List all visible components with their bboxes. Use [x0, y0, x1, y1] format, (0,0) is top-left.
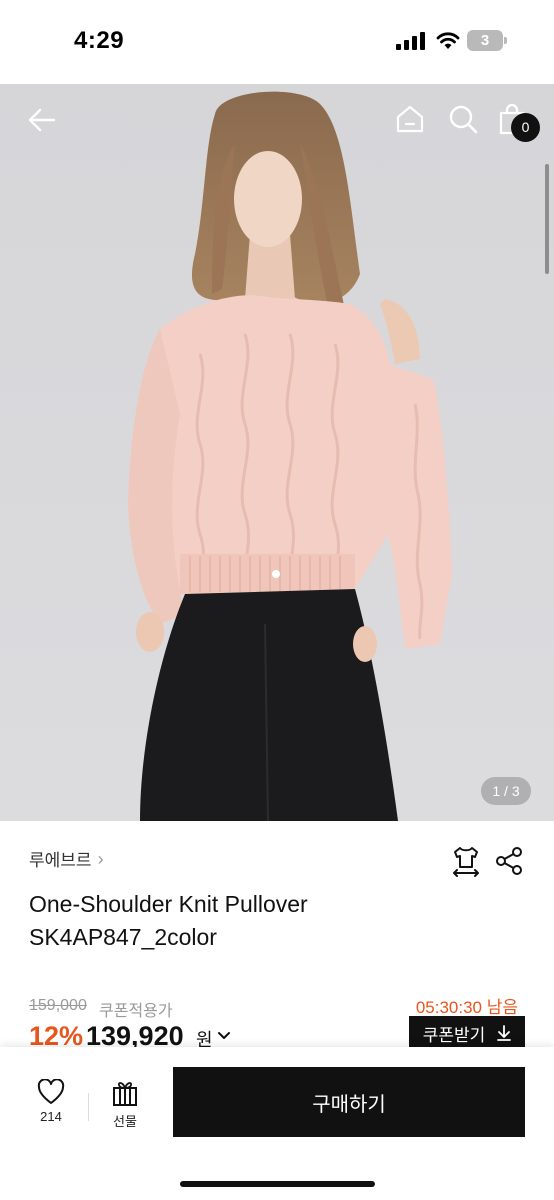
buy-button[interactable]: 구매하기 [173, 1067, 525, 1137]
cart-count-badge: 0 [511, 113, 540, 142]
gift-icon [113, 1082, 137, 1106]
original-price: 159,000 [29, 997, 87, 1014]
image-counter: 1 / 3 [481, 777, 531, 805]
countdown-timer: 05:30:30 남음 [415, 998, 518, 1017]
status-time: 4:29 [74, 27, 125, 54]
bottom-action-bar: 214 선물 구매하기 [0, 1047, 554, 1200]
home-indicator [180, 1181, 375, 1187]
coupon-applied-label: 쿠폰적용가 [99, 1003, 173, 1020]
size-guide-icon[interactable] [451, 845, 481, 877]
get-coupon-button[interactable]: 쿠폰받기 [409, 1016, 525, 1050]
product-title-line2: SK4AP847_2color [29, 924, 217, 950]
search-icon[interactable] [447, 103, 479, 135]
gift-label: 선물 [113, 1114, 137, 1129]
get-coupon-label: 쿠폰받기 [422, 1025, 486, 1045]
wifi-icon [436, 32, 460, 49]
home-icon[interactable] [394, 103, 426, 135]
wishlist-count: 214 [40, 1109, 62, 1124]
brand-name: 루에브르 [29, 851, 92, 870]
scroll-indicator [545, 164, 549, 274]
battery-icon: 3 [467, 30, 507, 51]
share-icon[interactable] [494, 845, 524, 877]
signal-icon [396, 32, 425, 50]
product-image-gallery[interactable]: 0 1 / 3 [0, 84, 554, 821]
wishlist-button[interactable]: 214 [24, 1079, 78, 1135]
back-arrow-icon[interactable] [26, 104, 58, 136]
battery-level: 3 [467, 30, 503, 51]
heart-icon [37, 1079, 65, 1104]
status-bar: 4:29 3 [0, 0, 554, 84]
download-icon [497, 1025, 512, 1041]
product-title-line1: One-Shoulder Knit Pullover [29, 891, 308, 917]
gift-button[interactable]: 선물 [100, 1079, 150, 1135]
product-photo[interactable] [0, 84, 554, 821]
brand-link[interactable]: 루에브르 › [29, 846, 104, 871]
divider [88, 1093, 89, 1121]
chevron-down-icon[interactable] [217, 1031, 231, 1041]
product-title: One-Shoulder Knit Pullover SK4AP847_2col… [29, 888, 509, 954]
chevron-right-icon: › [97, 848, 104, 869]
